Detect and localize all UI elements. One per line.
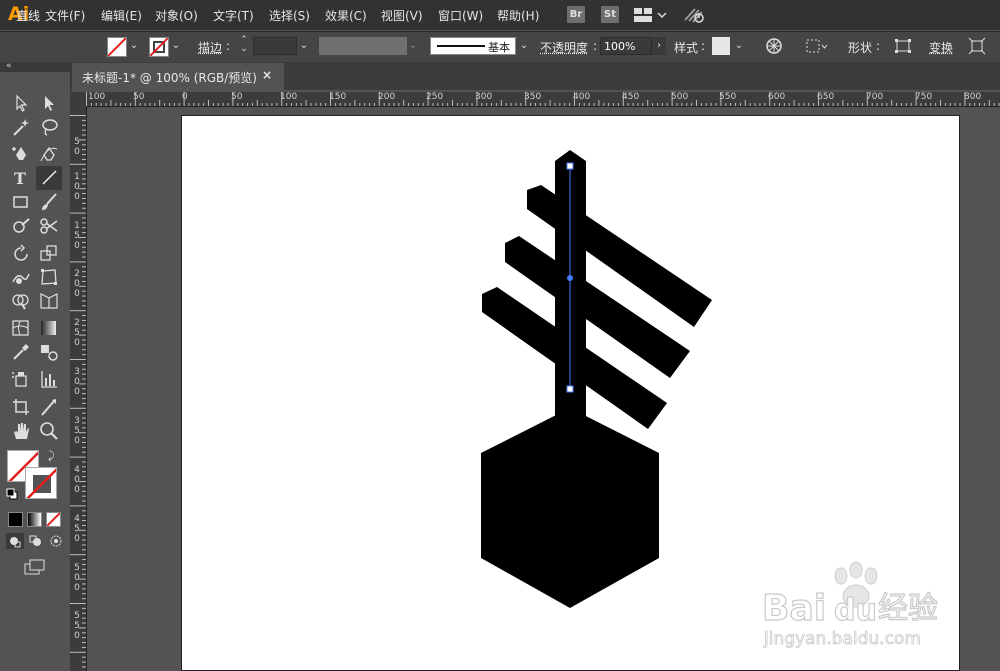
watermark-brand-2: du [834, 593, 877, 628]
baidu-jingyan-watermark: Bai du 经验 jingyan.baidu.com [761, 561, 939, 649]
watermark-url: jingyan.baidu.com [763, 629, 921, 649]
watermark-product: 经验 [878, 591, 938, 626]
hexagon-shape[interactable] [481, 408, 659, 608]
anchor-point-bottom[interactable] [566, 385, 574, 393]
watermark-brand: Bai [762, 588, 826, 629]
anchor-point-top[interactable] [566, 162, 574, 170]
line-center-point[interactable] [567, 275, 573, 281]
